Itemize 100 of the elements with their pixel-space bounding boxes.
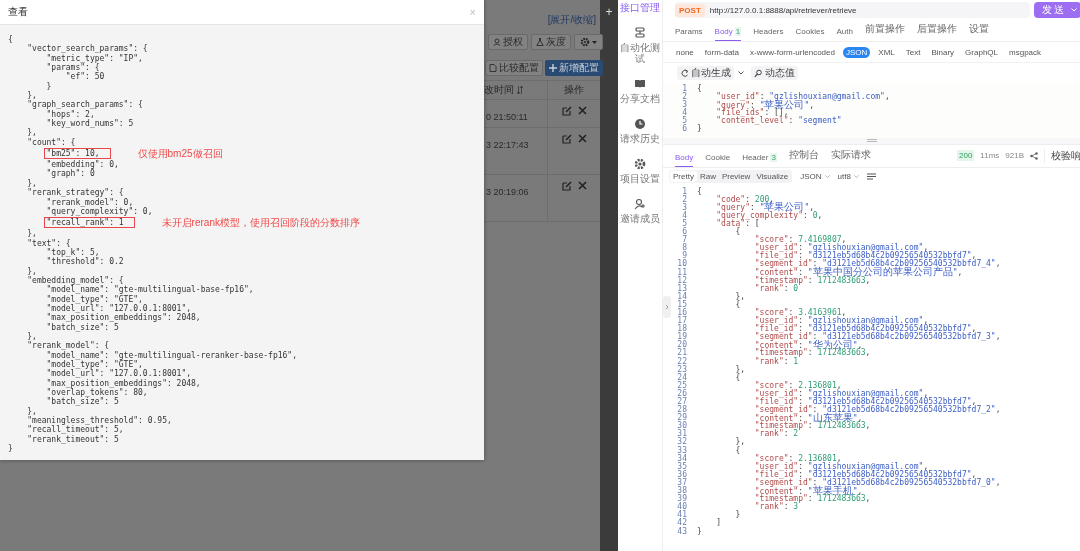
tab[interactable]: Params bbox=[675, 27, 703, 41]
stacked-boxes-icon bbox=[634, 27, 646, 39]
tab[interactable]: 实际请求 bbox=[830, 147, 871, 167]
code-line: "query_complexity": 0, bbox=[716, 211, 823, 220]
sidebar-item[interactable]: 请求历史 bbox=[619, 118, 661, 144]
line-number: 25 bbox=[676, 381, 688, 390]
line-number: 32 bbox=[676, 438, 688, 447]
document-icon bbox=[489, 64, 497, 72]
code-line: }, bbox=[27, 229, 37, 239]
view-mode-tab[interactable]: Visualize bbox=[753, 171, 792, 183]
code-line: { bbox=[735, 373, 741, 382]
body-type-option[interactable]: JSON bbox=[842, 46, 871, 58]
code-line: "count": { bbox=[27, 137, 76, 148]
collapse-handle[interactable] bbox=[663, 296, 671, 318]
dropdown-caret-icon[interactable] bbox=[738, 71, 744, 75]
compare-config-button[interactable]: 比较配置 bbox=[485, 60, 543, 76]
wrap-lines-icon[interactable] bbox=[866, 173, 876, 181]
settings-icon bbox=[580, 37, 590, 47]
delete-icon[interactable] bbox=[577, 134, 587, 143]
body-type-option[interactable]: XML bbox=[875, 46, 898, 58]
code-line: "rerank_timeout": 5 bbox=[27, 434, 119, 445]
tab[interactable]: Body 1 bbox=[714, 27, 742, 41]
line-number: 18 bbox=[676, 325, 688, 334]
line-number: 3 bbox=[681, 101, 688, 110]
validate-response-tab[interactable]: 校验响 bbox=[1044, 148, 1080, 163]
tab[interactable]: Body bbox=[675, 152, 694, 167]
code-line: "graph_search_params": { bbox=[27, 100, 143, 110]
view-mode-tab[interactable]: Raw bbox=[696, 171, 719, 183]
code-line: "model_url": "127.0.0.1:8001", bbox=[46, 369, 192, 379]
toolbar-button[interactable]: 灰度 bbox=[531, 34, 571, 50]
tab[interactable]: Cookie bbox=[705, 152, 731, 167]
sort-icon[interactable] bbox=[517, 86, 523, 94]
code-line: "score": 2.136801, bbox=[754, 381, 842, 390]
tab[interactable]: 设置 bbox=[968, 22, 989, 41]
sidebar-item[interactable]: 接口管理 bbox=[619, 2, 661, 13]
caret-icon bbox=[592, 40, 597, 44]
body-type-option[interactable]: msgpack bbox=[1006, 46, 1045, 58]
tab[interactable]: 前置操作 bbox=[864, 22, 905, 41]
line-number: 21 bbox=[676, 349, 688, 358]
line-number: 31 bbox=[676, 430, 688, 439]
edit-icon[interactable] bbox=[561, 134, 572, 144]
code-line: "rank": 0 bbox=[754, 284, 799, 293]
code-line: "model_name": "gte-multilingual-base-fp16", bbox=[46, 285, 254, 295]
share-icon[interactable] bbox=[1030, 151, 1038, 160]
tab[interactable]: Headers bbox=[753, 27, 784, 41]
line-number: 9 bbox=[682, 252, 688, 261]
sidebar-item[interactable]: 邀请成员 bbox=[619, 198, 661, 224]
body-type-option[interactable]: Binary bbox=[928, 46, 958, 58]
encoding-dropdown[interactable]: utf8 bbox=[837, 172, 859, 182]
line-number: 11 bbox=[676, 268, 688, 277]
code-line: "rerank_strategy": { bbox=[27, 188, 124, 198]
sidebar-item[interactable]: 项目设置 bbox=[619, 158, 661, 184]
line-number: 5 bbox=[681, 117, 688, 126]
body-type-option[interactable]: form-data bbox=[701, 46, 743, 58]
settings-dropdown-button[interactable] bbox=[574, 34, 603, 50]
body-type-option[interactable]: Text bbox=[902, 46, 924, 58]
clock-icon bbox=[634, 118, 646, 130]
table-cell-text: 0 21:50:11 bbox=[485, 112, 528, 122]
code-line: "data": [ bbox=[716, 219, 760, 228]
view-mode-tab[interactable]: Pretty bbox=[670, 171, 697, 183]
code-line: "timestamp": 1712483663, bbox=[754, 422, 871, 431]
code-line: "content_level": "segment" bbox=[716, 117, 842, 126]
tab[interactable]: Header 3 bbox=[742, 152, 777, 167]
code-line: "score": 3.4163961, bbox=[754, 308, 847, 317]
delete-icon[interactable] bbox=[577, 181, 587, 190]
auto-generate-button[interactable]: 自动生成 bbox=[677, 66, 734, 80]
line-number: 6 bbox=[681, 228, 688, 237]
line-number: 35 bbox=[676, 462, 688, 471]
send-button[interactable]: 发送 bbox=[1034, 2, 1080, 18]
body-type-option[interactable]: none bbox=[673, 46, 697, 58]
sidebar-item[interactable]: 分享文档 bbox=[619, 78, 661, 104]
tab[interactable]: 后置操作 bbox=[916, 22, 957, 41]
tab[interactable]: Cookies bbox=[795, 27, 825, 41]
add-tab-button[interactable]: + bbox=[605, 3, 613, 21]
view-mode-tab[interactable]: Preview bbox=[718, 171, 754, 183]
code-line: "metric_type": "IP", bbox=[46, 53, 143, 64]
edit-icon[interactable] bbox=[561, 106, 572, 116]
line-number: 42 bbox=[676, 519, 688, 528]
table-cell-text: 3 22:17:43 bbox=[485, 140, 529, 150]
sidebar-item[interactable]: 自动化测试 bbox=[619, 27, 661, 64]
body-type-option[interactable]: x-www-form-urlencoded bbox=[747, 46, 838, 58]
add-person-icon bbox=[634, 198, 646, 210]
code-line: "file_id": "d3121eb5d68b4c2b09256540532bbfd7", bbox=[754, 470, 977, 479]
resize-handle-icon[interactable] bbox=[867, 139, 877, 143]
line-number: 1 bbox=[681, 187, 688, 196]
url-field[interactable]: POST http://127.0.0.1:8888/api/retriever/retrieve bbox=[675, 2, 1030, 18]
tab[interactable]: Auth bbox=[836, 27, 853, 41]
code-line: "overlap_tokens": 80, bbox=[46, 388, 148, 398]
tab[interactable]: 控制台 bbox=[788, 147, 819, 167]
format-dropdown[interactable]: JSON bbox=[800, 172, 830, 182]
code-line: "max_position_embeddings": 2048, bbox=[46, 378, 201, 389]
body-type-option[interactable]: GraphQL bbox=[962, 46, 1001, 58]
add-config-button[interactable]: 新增配置 bbox=[545, 60, 603, 76]
code-line: "rank": 3 bbox=[754, 503, 799, 512]
toolbar-button[interactable]: 授权 bbox=[488, 34, 528, 50]
code-line: "rerank_model": { bbox=[27, 341, 110, 351]
delete-icon[interactable] bbox=[577, 106, 587, 115]
code-line: "model_type": "GTE", bbox=[46, 294, 143, 304]
edit-icon[interactable] bbox=[561, 181, 572, 191]
dynamic-value-button[interactable]: 动态值 bbox=[751, 66, 798, 80]
